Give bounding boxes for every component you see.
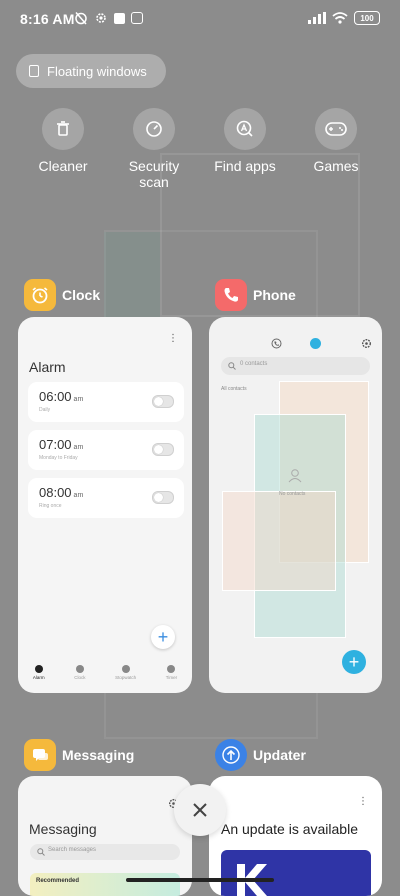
alarm-time: 06:00	[39, 389, 72, 404]
messaging-app-icon	[24, 739, 56, 771]
tab-timer[interactable]: Timer	[166, 659, 177, 693]
floating-windows-button[interactable]: Floating windows	[16, 54, 166, 88]
update-banner-image	[221, 850, 371, 896]
alarm-toggle[interactable]	[152, 443, 174, 456]
app-header-messaging: Messaging	[24, 739, 134, 771]
recommended-label: Recommended	[36, 878, 80, 884]
phone-app-name: Phone	[253, 287, 296, 303]
tab-alarm[interactable]: Alarm	[33, 659, 45, 693]
close-icon	[193, 803, 207, 817]
more-options-icon[interactable]: ⋮	[358, 797, 368, 807]
clear-all-button[interactable]	[174, 784, 226, 836]
tab-clock[interactable]: Clock	[74, 659, 85, 693]
alarm-ampm: am	[73, 492, 84, 499]
trash-icon	[42, 108, 84, 150]
timer-icon	[167, 665, 176, 673]
alarm-time: 08:00	[39, 485, 72, 500]
alarm-icon	[34, 665, 43, 673]
security-scan-label-line2: scan	[139, 174, 169, 190]
add-contact-button[interactable]: +	[342, 650, 366, 674]
update-available-title: An update is available	[221, 821, 358, 837]
alarm-item[interactable]: 06:00 am Daily	[28, 382, 184, 422]
games-button[interactable]: Games	[291, 108, 381, 174]
security-scan-label: Security scan	[109, 158, 199, 190]
alarm-repeat: Monday to Friday	[39, 455, 78, 461]
tab-label: Timer	[165, 675, 178, 680]
phone-app-icon	[215, 279, 247, 311]
alarm-off-icon	[75, 12, 87, 25]
clock-app-card[interactable]: ⋮ Alarm 06:00 am Daily 07:00 am Monday to …	[18, 317, 192, 693]
alarm-ampm: am	[73, 444, 84, 451]
settings-icon[interactable]	[361, 338, 372, 349]
notification-square-icon	[114, 12, 125, 24]
all-contacts-label: All contacts	[221, 386, 247, 392]
find-apps-label: Find apps	[214, 158, 276, 174]
tab-label: Stopwatch	[115, 675, 137, 680]
clock-app-icon	[24, 279, 56, 311]
contact-placeholder-icon	[288, 469, 302, 483]
clock-icon	[75, 665, 84, 673]
signal-icon	[308, 12, 326, 24]
security-scan-label-line1: Security	[128, 158, 180, 174]
security-scan-icon	[133, 108, 175, 150]
chip-icon	[131, 12, 143, 24]
search-icon	[37, 848, 45, 856]
floating-windows-label: Floating windows	[47, 63, 147, 79]
contacts-search-field[interactable]: 0 contacts	[221, 357, 370, 375]
add-alarm-button[interactable]: +	[151, 625, 175, 649]
clock-tab-bar: Alarm Clock Stopwatch Timer	[18, 659, 192, 693]
tab-label: Clock	[74, 675, 86, 680]
messaging-title: Messaging	[29, 821, 97, 837]
recommended-banner: Recommended	[30, 873, 180, 896]
alarm-ampm: am	[73, 396, 84, 403]
wifi-icon	[332, 12, 348, 24]
home-indicator[interactable]	[126, 878, 274, 882]
phone-app-card[interactable]: 0 contacts All contacts No contacts +	[209, 317, 382, 693]
tab-stopwatch[interactable]: Stopwatch	[115, 659, 136, 693]
status-time: 8:16 AM	[20, 11, 75, 27]
games-label: Games	[313, 158, 359, 174]
find-apps-button[interactable]: Find apps	[200, 108, 290, 174]
settings-icon	[96, 13, 106, 23]
messaging-app-name: Messaging	[62, 747, 135, 763]
security-scan-button[interactable]: Security scan	[109, 108, 199, 190]
app-header-phone: Phone	[215, 279, 296, 311]
call-log-icon[interactable]	[271, 338, 282, 349]
messages-search-placeholder: Search messages	[48, 847, 97, 853]
alarm-repeat: Daily	[39, 407, 51, 413]
alarm-item[interactable]: 08:00 am Ring once	[28, 478, 184, 518]
app-header-clock: Clock	[24, 279, 100, 311]
more-options-icon[interactable]: ⋮	[168, 334, 178, 344]
updater-app-name: Updater	[253, 747, 306, 763]
contacts-search-placeholder: 0 contacts	[240, 361, 268, 367]
gamepad-icon	[315, 108, 357, 150]
tab-label: Alarm	[32, 675, 45, 680]
messages-search-field[interactable]: Search messages	[30, 844, 180, 860]
alarm-toggle[interactable]	[152, 395, 174, 408]
updater-app-icon	[215, 739, 247, 771]
alarm-time: 07:00	[39, 437, 72, 452]
alarm-title: Alarm	[29, 359, 66, 375]
stopwatch-icon	[121, 665, 130, 673]
find-apps-icon	[224, 108, 266, 150]
alarm-item[interactable]: 07:00 am Monday to Friday	[28, 430, 184, 470]
floating-window-icon	[29, 65, 39, 77]
cleaner-button[interactable]: Cleaner	[18, 108, 108, 174]
cleaner-label: Cleaner	[38, 158, 88, 174]
clock-app-name: Clock	[62, 287, 101, 303]
no-contacts-label: No contacts	[279, 491, 306, 497]
floating-window-preview	[222, 491, 336, 591]
contacts-tab-icon[interactable]	[310, 338, 321, 349]
battery-icon: 100	[354, 11, 380, 25]
alarm-toggle[interactable]	[152, 491, 174, 504]
alarm-repeat: Ring once	[39, 503, 62, 509]
search-icon	[228, 362, 236, 370]
app-header-updater: Updater	[215, 739, 306, 771]
status-bar: 8:16 AM 100	[0, 0, 400, 40]
